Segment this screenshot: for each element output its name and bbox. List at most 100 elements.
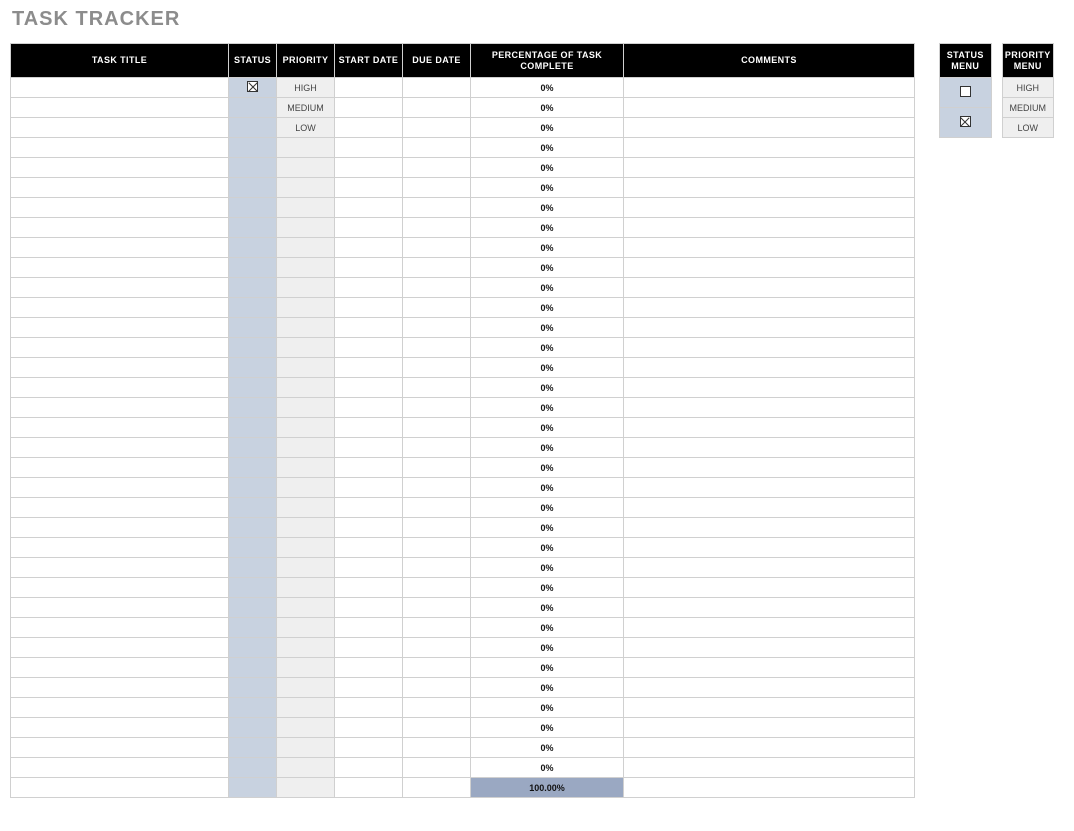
- comments-cell[interactable]: [624, 738, 915, 758]
- start-date-cell[interactable]: [335, 678, 403, 698]
- priority-cell[interactable]: [277, 218, 335, 238]
- pct-cell[interactable]: 0%: [471, 658, 624, 678]
- comments-cell[interactable]: [624, 698, 915, 718]
- start-date-cell[interactable]: [335, 258, 403, 278]
- status-cell[interactable]: [229, 258, 277, 278]
- task-title-cell[interactable]: [11, 398, 229, 418]
- task-title-cell[interactable]: [11, 378, 229, 398]
- status-cell[interactable]: [229, 238, 277, 258]
- task-title-cell[interactable]: [11, 598, 229, 618]
- priority-cell[interactable]: [277, 418, 335, 438]
- comments-cell[interactable]: [624, 338, 915, 358]
- start-date-cell[interactable]: [335, 578, 403, 598]
- start-date-cell[interactable]: [335, 538, 403, 558]
- comments-cell[interactable]: [624, 658, 915, 678]
- comments-cell[interactable]: [624, 518, 915, 538]
- priority-cell[interactable]: [277, 398, 335, 418]
- start-date-cell[interactable]: [335, 458, 403, 478]
- pct-cell[interactable]: 0%: [471, 718, 624, 738]
- due-date-cell[interactable]: [403, 538, 471, 558]
- task-title-cell[interactable]: [11, 718, 229, 738]
- comments-cell[interactable]: [624, 138, 915, 158]
- comments-cell[interactable]: [624, 538, 915, 558]
- comments-cell[interactable]: [624, 218, 915, 238]
- pct-cell[interactable]: 0%: [471, 498, 624, 518]
- comments-cell[interactable]: [624, 598, 915, 618]
- start-date-cell[interactable]: [335, 98, 403, 118]
- due-date-cell[interactable]: [403, 418, 471, 438]
- comments-cell[interactable]: [624, 238, 915, 258]
- status-cell[interactable]: [229, 278, 277, 298]
- status-cell[interactable]: [229, 598, 277, 618]
- due-date-cell[interactable]: [403, 518, 471, 538]
- task-title-cell[interactable]: [11, 118, 229, 138]
- priority-cell[interactable]: HIGH: [277, 78, 335, 98]
- start-date-cell[interactable]: [335, 158, 403, 178]
- status-cell[interactable]: [229, 698, 277, 718]
- pct-cell[interactable]: 0%: [471, 578, 624, 598]
- start-date-cell[interactable]: [335, 418, 403, 438]
- due-date-cell[interactable]: [403, 278, 471, 298]
- task-title-cell[interactable]: [11, 558, 229, 578]
- priority-cell[interactable]: [277, 678, 335, 698]
- pct-cell[interactable]: 0%: [471, 438, 624, 458]
- task-title-cell[interactable]: [11, 758, 229, 778]
- status-cell[interactable]: [229, 738, 277, 758]
- due-date-cell[interactable]: [403, 598, 471, 618]
- status-cell[interactable]: [229, 78, 277, 98]
- due-date-cell[interactable]: [403, 758, 471, 778]
- priority-cell[interactable]: [277, 718, 335, 738]
- due-date-cell[interactable]: [403, 678, 471, 698]
- pct-cell[interactable]: 0%: [471, 458, 624, 478]
- task-title-cell[interactable]: [11, 278, 229, 298]
- start-date-cell[interactable]: [335, 298, 403, 318]
- task-title-cell[interactable]: [11, 578, 229, 598]
- start-date-cell[interactable]: [335, 438, 403, 458]
- pct-cell[interactable]: 0%: [471, 278, 624, 298]
- task-title-cell[interactable]: [11, 338, 229, 358]
- priority-cell[interactable]: [277, 758, 335, 778]
- task-title-cell[interactable]: [11, 438, 229, 458]
- status-cell[interactable]: [229, 298, 277, 318]
- comments-cell[interactable]: [624, 478, 915, 498]
- pct-cell[interactable]: 0%: [471, 338, 624, 358]
- due-date-cell[interactable]: [403, 338, 471, 358]
- status-cell[interactable]: [229, 638, 277, 658]
- status-cell[interactable]: [229, 618, 277, 638]
- status-cell[interactable]: [229, 578, 277, 598]
- task-title-cell[interactable]: [11, 78, 229, 98]
- start-date-cell[interactable]: [335, 218, 403, 238]
- comments-cell[interactable]: [624, 418, 915, 438]
- priority-cell[interactable]: [277, 158, 335, 178]
- status-cell[interactable]: [229, 98, 277, 118]
- start-date-cell[interactable]: [335, 498, 403, 518]
- priority-cell[interactable]: [277, 698, 335, 718]
- pct-cell[interactable]: 0%: [471, 398, 624, 418]
- priority-cell[interactable]: [277, 598, 335, 618]
- comments-cell[interactable]: [624, 278, 915, 298]
- priority-cell[interactable]: [277, 238, 335, 258]
- status-cell[interactable]: [229, 438, 277, 458]
- due-date-cell[interactable]: [403, 358, 471, 378]
- due-date-cell[interactable]: [403, 698, 471, 718]
- start-date-cell[interactable]: [335, 478, 403, 498]
- pct-cell[interactable]: 0%: [471, 418, 624, 438]
- task-title-cell[interactable]: [11, 138, 229, 158]
- comments-cell[interactable]: [624, 298, 915, 318]
- pct-cell[interactable]: 0%: [471, 218, 624, 238]
- status-cell[interactable]: [229, 378, 277, 398]
- start-date-cell[interactable]: [335, 518, 403, 538]
- priority-cell[interactable]: [277, 258, 335, 278]
- start-date-cell[interactable]: [335, 178, 403, 198]
- start-date-cell[interactable]: [335, 618, 403, 638]
- priority-cell[interactable]: [277, 538, 335, 558]
- task-title-cell[interactable]: [11, 178, 229, 198]
- due-date-cell[interactable]: [403, 498, 471, 518]
- priority-cell[interactable]: [277, 198, 335, 218]
- task-title-cell[interactable]: [11, 738, 229, 758]
- due-date-cell[interactable]: [403, 158, 471, 178]
- priority-cell[interactable]: [277, 378, 335, 398]
- priority-cell[interactable]: [277, 358, 335, 378]
- start-date-cell[interactable]: [335, 198, 403, 218]
- task-title-cell[interactable]: [11, 358, 229, 378]
